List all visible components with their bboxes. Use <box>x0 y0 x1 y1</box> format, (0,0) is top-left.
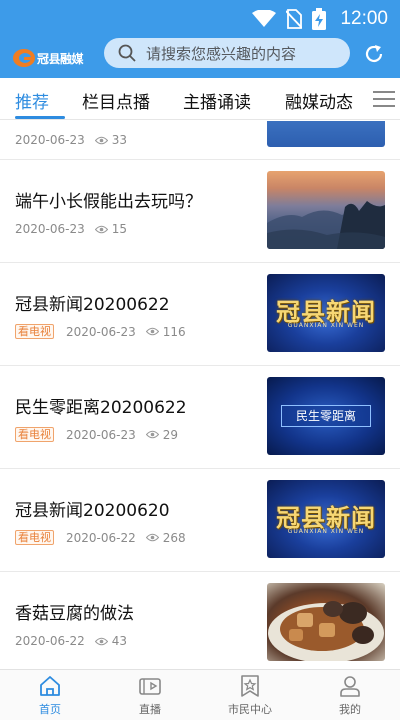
thumbnail-image: 冠县新闻 GUANXIAN XIN WEN <box>267 480 385 558</box>
thumbnail-image <box>267 171 385 249</box>
eye-icon <box>145 327 159 336</box>
item-title: 香菇豆腐的做法 <box>15 604 134 624</box>
app-header: 冠县融媒 请搜索您感兴趣的内容 <box>0 38 400 78</box>
eye-icon <box>94 136 108 144</box>
thumbnail-image <box>267 583 385 661</box>
item-meta: 2020-06-22 43 <box>15 634 127 648</box>
item-date: 2020-06-22 <box>15 634 85 648</box>
item-date: 2020-06-23 <box>66 324 136 339</box>
item-date: 2020-06-23 <box>15 133 85 147</box>
refresh-icon[interactable] <box>362 42 386 66</box>
status-bar: 12:00 <box>0 0 400 38</box>
list-item[interactable]: 端午小长假能出去玩吗？ 2020-06-23 15 <box>0 160 400 263</box>
eye-icon <box>94 637 108 645</box>
view-count: 43 <box>94 634 127 648</box>
eye-icon <box>145 430 159 439</box>
search-input[interactable]: 请搜索您感兴趣的内容 <box>104 38 350 68</box>
search-icon <box>118 44 136 62</box>
watch-tv-tag: 看电视 <box>15 427 54 442</box>
thumbnail-image: 民生零距离 <box>267 377 385 455</box>
active-tab-indicator <box>15 116 65 119</box>
tab-menu-icon[interactable] <box>373 91 395 107</box>
battery-charging-icon <box>312 8 327 30</box>
list-item[interactable]: 冠县新闻20200622 看电视 2020-06-23 116 冠县新闻 GUA… <box>0 263 400 366</box>
view-count: 116 <box>145 325 186 339</box>
item-meta: 看电视 2020-06-23 29 <box>15 427 178 442</box>
nav-citizen-center[interactable]: 市民中心 <box>210 674 290 717</box>
eye-icon <box>94 225 108 233</box>
item-title: 冠县新闻20200620 <box>15 501 170 521</box>
nav-mine[interactable]: 我的 <box>310 674 390 717</box>
status-time: 12:00 <box>340 8 388 29</box>
no-sim-icon <box>286 9 303 29</box>
view-count: 29 <box>145 428 178 442</box>
list-item[interactable]: 民生零距离20200622 看电视 2020-06-23 29 民生零距离 <box>0 366 400 469</box>
view-count: 33 <box>94 133 127 147</box>
item-meta: 看电视 2020-06-23 116 <box>15 324 186 339</box>
tab-recommend[interactable]: 推荐 <box>15 88 49 113</box>
tab-anchor-reading[interactable]: 主播诵读 <box>183 88 251 113</box>
eye-icon <box>145 533 159 542</box>
item-meta: 2020-06-23 33 <box>15 133 127 147</box>
item-title: 冠县新闻20200622 <box>15 295 170 315</box>
nav-label: 直播 <box>139 703 161 716</box>
nav-label: 我的 <box>339 703 361 716</box>
view-count: 268 <box>145 531 186 545</box>
news-feed: 2020-06-23 33 端午小长假能出去玩吗？ 2020-06-23 15 <box>0 121 400 669</box>
user-icon <box>340 676 360 697</box>
nav-label: 首页 <box>39 703 61 716</box>
app-logo: 冠县融媒 <box>12 43 94 73</box>
item-date: 2020-06-23 <box>66 427 136 442</box>
thumbnail-image <box>267 121 385 147</box>
thumbnail-subtitle: GUANXIAN XIN WEN <box>287 322 365 329</box>
bookmark-star-icon <box>241 675 259 697</box>
item-meta: 2020-06-23 15 <box>15 222 127 236</box>
home-icon <box>40 676 60 696</box>
nav-label: 市民中心 <box>228 703 272 716</box>
wifi-icon <box>252 10 277 27</box>
thumbnail-image: 冠县新闻 GUANXIAN XIN WEN <box>267 274 385 352</box>
item-title: 端午小长假能出去玩吗？ <box>15 192 202 212</box>
list-item[interactable]: 2020-06-23 33 <box>0 121 400 160</box>
search-placeholder: 请搜索您感兴趣的内容 <box>146 44 297 63</box>
item-date: 2020-06-23 <box>15 222 85 236</box>
thumbnail-title: 民生零距离 <box>281 405 371 427</box>
category-tabs: 推荐 栏目点播 主播诵读 融媒动态 <box>0 78 400 120</box>
tab-media-news[interactable]: 融媒动态 <box>285 88 353 113</box>
nav-live[interactable]: 直播 <box>110 674 190 717</box>
watch-tv-tag: 看电视 <box>15 324 54 339</box>
list-item[interactable]: 冠县新闻20200620 看电视 2020-06-22 268 冠县新闻 GUA… <box>0 469 400 572</box>
nav-home[interactable]: 首页 <box>10 674 90 717</box>
list-item[interactable]: 香菇豆腐的做法 2020-06-22 43 <box>0 572 400 669</box>
logo-mark-icon <box>13 49 35 67</box>
view-count: 15 <box>94 222 127 236</box>
mountain-illustration <box>267 201 385 249</box>
tab-column-vod[interactable]: 栏目点播 <box>82 88 150 113</box>
thumbnail-subtitle: GUANXIAN XIN WEN <box>287 528 365 535</box>
food-illustration <box>268 601 384 661</box>
item-title: 民生零距离20200622 <box>15 398 187 418</box>
logo-text: 冠县融媒 <box>37 51 84 66</box>
video-camera-icon <box>139 678 161 695</box>
item-date: 2020-06-22 <box>66 530 136 545</box>
watch-tv-tag: 看电视 <box>15 530 54 545</box>
bottom-navigation: 首页 直播 市民中心 我的 <box>0 669 400 720</box>
item-meta: 看电视 2020-06-22 268 <box>15 530 186 545</box>
